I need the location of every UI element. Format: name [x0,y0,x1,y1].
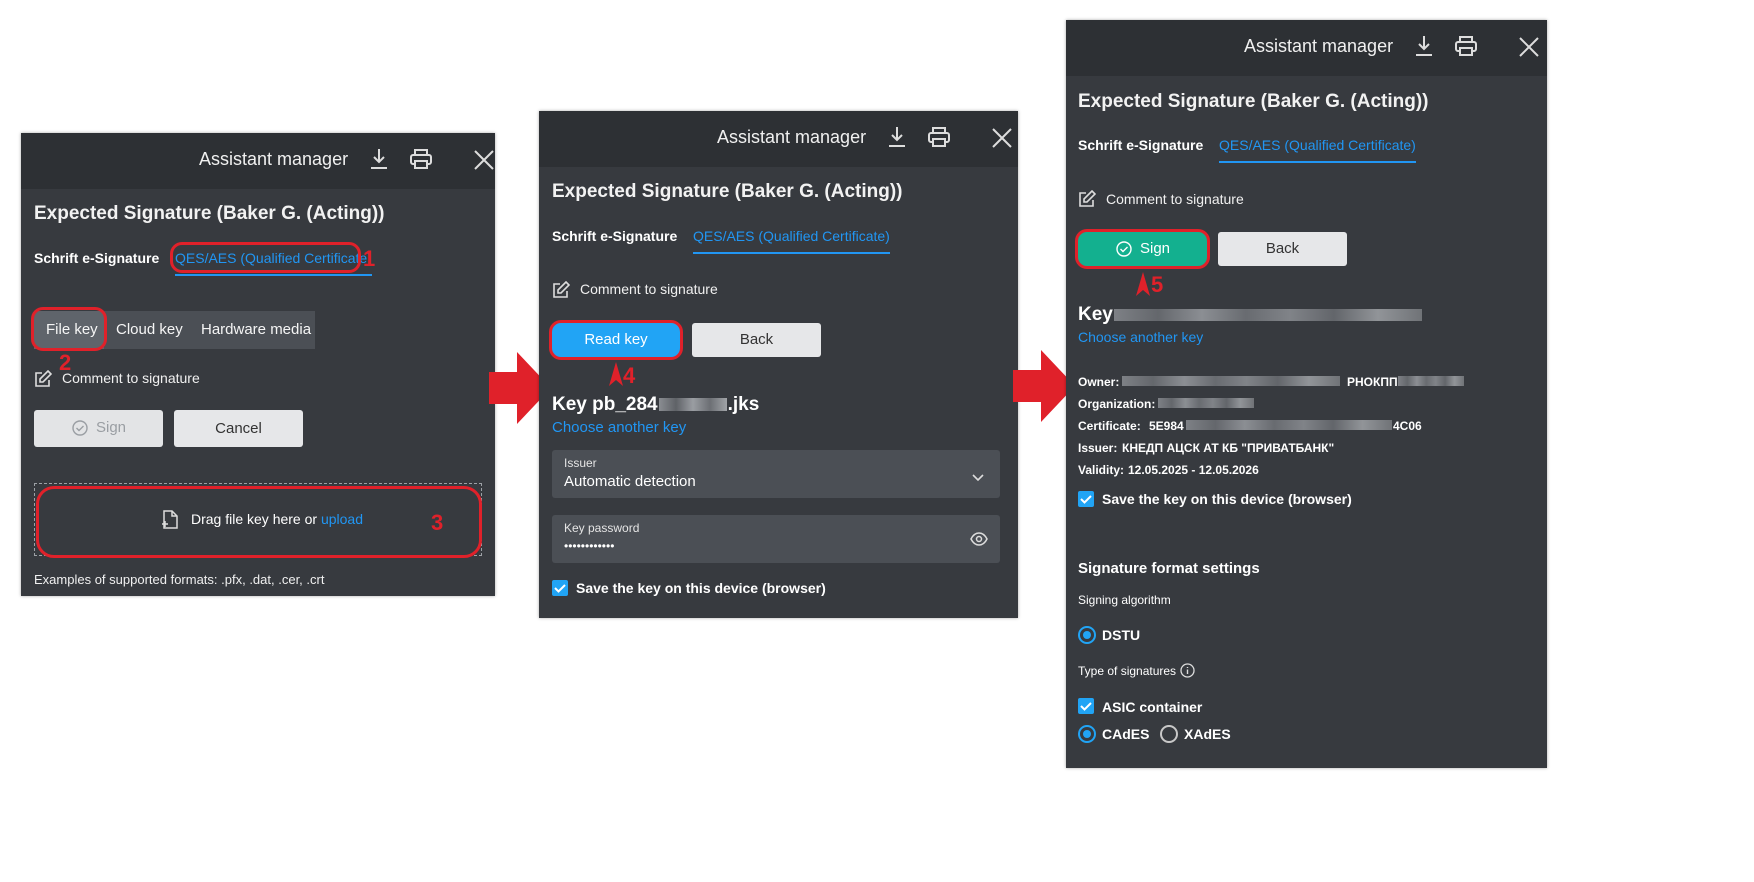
organization-label: Organization: [1078,397,1156,411]
pointer-arrow-icon [1136,272,1150,301]
print-icon[interactable] [1455,36,1477,61]
tab-schrift-signature[interactable]: Schrift e-Signature [552,228,677,244]
panel-step-1: Assistant manager Expected Signature (Ba… [21,133,495,596]
download-icon[interactable] [887,126,907,153]
redacted-text [1114,309,1422,321]
pointer-arrow-icon [609,362,623,391]
window-title: Assistant manager [199,149,349,169]
save-key-checkbox[interactable] [1078,491,1094,507]
highlight-marker-3 [36,486,482,558]
dstu-label: DSTU [1102,627,1141,643]
sign-button-disabled[interactable]: Sign [34,410,163,447]
key-name: Key [1078,304,1113,325]
save-key-checkbox[interactable] [552,580,568,596]
save-key-label: Save the key on this device (browser) [576,580,826,596]
owner-label: Owner: [1078,375,1120,389]
panel-step-2: Assistant manager Expected Signature (Ba… [539,111,1018,618]
cancel-button[interactable]: Cancel [174,410,303,447]
certificate-start: 5E984 [1149,419,1184,433]
eye-icon[interactable] [970,532,988,551]
info-icon[interactable] [1180,663,1195,683]
xades-label: XAdES [1184,726,1231,742]
comment-to-signature[interactable]: Comment to signature [580,281,718,297]
comment-to-signature[interactable]: Comment to signature [62,370,200,386]
save-key-label: Save the key on this device (browser) [1102,491,1352,507]
page-title: Expected Signature (Baker G. (Acting)) [1078,91,1429,112]
sign-label: Sign [96,419,127,436]
edit-icon [1078,189,1097,213]
asic-container-checkbox[interactable] [1078,698,1094,714]
validity-label: Validity: [1078,463,1125,477]
download-icon[interactable] [1414,35,1434,62]
step-number-5: 5 [1151,272,1164,297]
chevron-down-icon [972,469,984,487]
highlight-marker-5 [1075,229,1210,269]
cades-radio[interactable] [1078,725,1096,743]
redacted-text [1158,398,1254,408]
close-icon[interactable] [473,149,495,176]
step-number-4: 4 [623,363,636,388]
back-button[interactable]: Back [1218,232,1347,266]
page-title: Expected Signature (Baker G. (Acting)) [552,181,903,202]
edit-icon [552,280,571,304]
key-type-cloud[interactable]: Cloud key [116,321,183,338]
redacted-text [1186,420,1392,430]
cades-label: CAdES [1102,726,1150,742]
owner-code: РНОКПП [1347,375,1398,389]
check-circle-icon [72,420,88,440]
issuer-select[interactable]: Issuer Automatic detection [552,450,1000,498]
key-password-value: •••••••••••• [564,539,615,553]
certificate-label: Certificate: [1078,419,1141,433]
signature-format-title: Signature format settings [1078,560,1260,577]
supported-formats: Examples of supported formats: .pfx, .da… [34,572,325,587]
highlight-marker-4 [549,320,683,360]
tab-schrift-signature[interactable]: Schrift e-Signature [1078,137,1203,153]
tab-qes-aes[interactable]: QES/AES (Qualified Certificate) [1219,137,1416,163]
redacted-text [1122,376,1340,386]
xades-radio[interactable] [1160,725,1178,743]
edit-icon [34,369,53,393]
choose-another-key-link[interactable]: Choose another key [552,419,686,436]
certificate-end: 4C06 [1393,419,1422,433]
close-icon[interactable] [1518,36,1540,63]
tab-schrift-signature[interactable]: Schrift e-Signature [34,250,159,266]
redacted-text [658,398,727,412]
download-icon[interactable] [369,148,389,175]
page-title: Expected Signature (Baker G. (Acting)) [34,203,385,224]
issuer-value: КНЕДП АЦСК АТ КБ "ПРИВАТБАНК" [1122,441,1335,455]
step-number-1: 1 [363,246,376,271]
issuer-value: Automatic detection [564,473,696,490]
window-title: Assistant manager [1244,36,1394,56]
signing-algorithm-label: Signing algorithm [1078,593,1171,607]
issuer-label: Issuer [564,456,597,470]
key-password-label: Key password [564,521,640,535]
redacted-text [1398,376,1464,386]
choose-another-key-link[interactable]: Choose another key [1078,329,1203,345]
window-title: Assistant manager [717,127,867,147]
highlight-marker-1 [170,242,361,273]
key-file-name: Key pb_284 .jks [552,394,760,415]
validity-value: 12.05.2025 - 12.05.2026 [1128,463,1259,477]
asic-container-label: ASIC container [1102,699,1203,715]
tab-qes-aes[interactable]: QES/AES (Qualified Certificate) [693,228,890,254]
panel-step-3: Assistant manager Expected Signature (Ba… [1066,20,1547,768]
issuer-label: Issuer: [1078,441,1118,455]
step-number-3: 3 [431,510,444,535]
print-icon[interactable] [928,127,950,152]
print-icon[interactable] [410,149,432,174]
highlight-marker-2 [31,307,107,351]
key-type-hardware[interactable]: Hardware media [201,321,311,338]
back-button[interactable]: Back [692,323,821,357]
comment-to-signature[interactable]: Comment to signature [1106,191,1244,207]
close-icon[interactable] [991,127,1013,154]
dstu-radio[interactable] [1078,626,1096,644]
type-of-signatures-label: Type of signatures [1078,664,1177,678]
key-password-field[interactable]: Key password •••••••••••• [552,515,1000,563]
